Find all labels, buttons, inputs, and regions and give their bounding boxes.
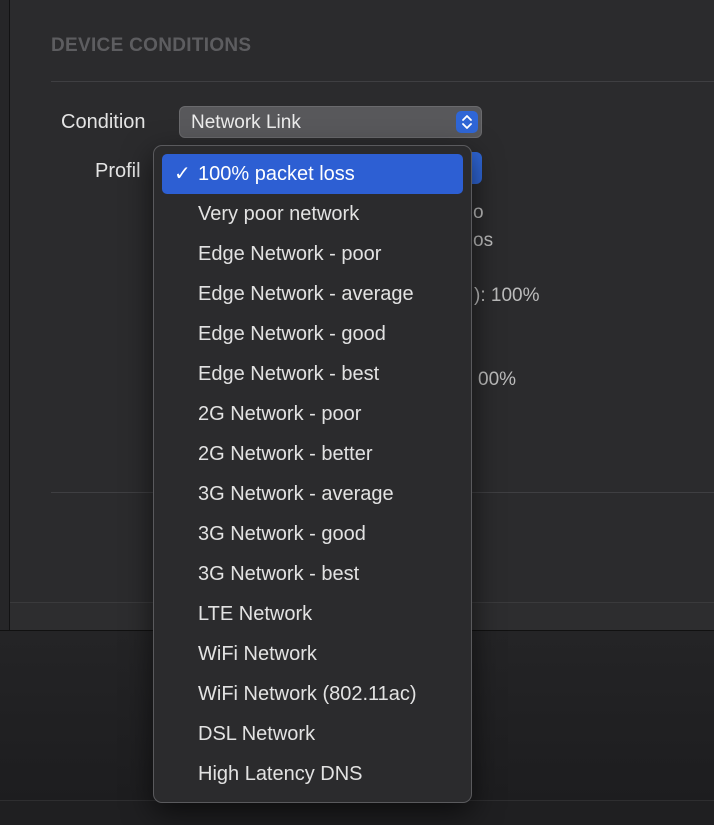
profile-menu-item[interactable]: Edge Network - average	[162, 274, 463, 314]
profile-menu-item-label: WiFi Network (802.11ac)	[198, 683, 417, 705]
profile-menu-item-label: High Latency DNS	[198, 763, 363, 785]
profile-menu-item[interactable]: 2G Network - better	[162, 434, 463, 474]
profile-menu-item[interactable]: 3G Network - best	[162, 554, 463, 594]
profile-menu-item[interactable]: Edge Network - good	[162, 314, 463, 354]
section-title: DEVICE CONDITIONS	[51, 35, 252, 56]
profile-menu-item-label: Edge Network - good	[198, 323, 386, 345]
profile-menu-item-label: 3G Network - best	[198, 563, 360, 585]
profile-menu-item[interactable]: Edge Network - poor	[162, 234, 463, 274]
profile-menu-item-label: 3G Network - good	[198, 523, 366, 545]
profile-menu-item-label: 100% packet loss	[198, 163, 355, 185]
profile-menu-item-label: Very poor network	[198, 203, 360, 225]
checkmark-icon: ✓	[174, 163, 191, 185]
condition-label: Condition	[61, 111, 146, 133]
profile-menu-item[interactable]: 3G Network - average	[162, 474, 463, 514]
profile-menu-item[interactable]: 2G Network - poor	[162, 394, 463, 434]
profile-menu-item[interactable]: High Latency DNS	[162, 754, 463, 794]
profile-menu-item[interactable]: DSL Network	[162, 714, 463, 754]
chevron-updown-icon	[456, 111, 478, 133]
profile-menu-item-label: Edge Network - poor	[198, 243, 382, 265]
profile-menu-item[interactable]: WiFi Network (802.11ac)	[162, 674, 463, 714]
profile-label: Profil	[95, 160, 141, 182]
profile-menu-item-label: WiFi Network	[198, 643, 317, 665]
left-gutter	[0, 0, 10, 630]
profile-menu-item[interactable]: WiFi Network	[162, 634, 463, 674]
profile-detail-text: o	[473, 202, 484, 223]
profile-menu-item-label: DSL Network	[198, 723, 316, 745]
condition-popup-value: Network Link	[191, 112, 301, 133]
profile-menu-item[interactable]: LTE Network	[162, 594, 463, 634]
profile-menu-item[interactable]: 3G Network - good	[162, 514, 463, 554]
profile-menu-item-label: LTE Network	[198, 603, 313, 625]
profile-dropdown-menu: ✓ 100% packet loss Very poor network Edge N…	[153, 145, 472, 803]
profile-menu-item-label: Edge Network - best	[198, 363, 380, 385]
profile-detail-text: ): 100%	[474, 285, 540, 306]
profile-menu-item-label: Edge Network - average	[198, 283, 414, 305]
profile-menu-item-label: 2G Network - better	[198, 443, 373, 465]
profile-menu-item[interactable]: ✓ 100% packet loss	[162, 154, 463, 194]
profile-menu-item[interactable]: Very poor network	[162, 194, 463, 234]
condition-popup[interactable]: Network Link	[179, 106, 482, 138]
profile-detail-text: 00%	[478, 369, 517, 390]
profile-menu-item-label: 2G Network - poor	[198, 403, 362, 425]
bottom-status-strip	[0, 800, 714, 825]
profile-detail-text: os	[473, 230, 494, 251]
profile-menu-item-label: 3G Network - average	[198, 483, 394, 505]
profile-menu-item[interactable]: Edge Network - best	[162, 354, 463, 394]
section-divider-top	[51, 81, 714, 82]
